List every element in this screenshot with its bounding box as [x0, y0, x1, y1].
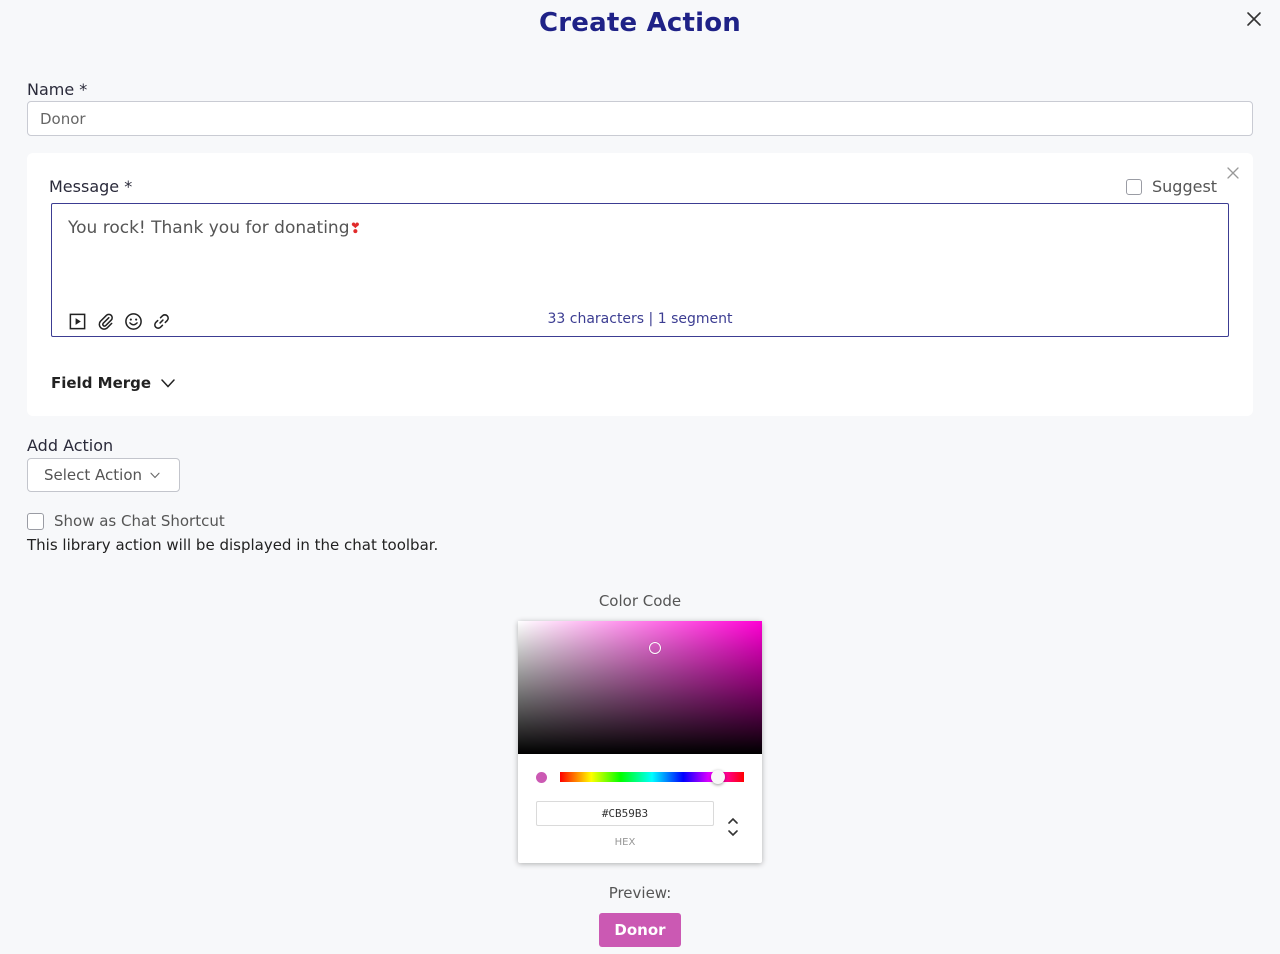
chevron-down-icon — [150, 472, 160, 478]
format-toggle-icon[interactable] — [726, 815, 740, 839]
message-text-content: You rock! Thank you for donating — [68, 218, 350, 238]
chat-shortcut-description: This library action will be displayed in… — [27, 536, 439, 554]
heart-emoji: ❣ — [349, 221, 362, 237]
select-action-dropdown[interactable]: Select Action — [27, 458, 180, 492]
saturation-area[interactable] — [518, 621, 762, 754]
hex-label: HEX — [614, 837, 636, 848]
close-icon[interactable] — [1227, 167, 1239, 179]
message-textarea[interactable]: You rock! Thank you for donating❣ 33 cha… — [51, 203, 1229, 337]
close-icon[interactable] — [1244, 9, 1264, 29]
preview-label: Preview: — [608, 884, 672, 902]
color-code-label: Color Code — [598, 592, 682, 610]
character-counter: 33 characters | 1 segment — [547, 311, 733, 327]
checkbox-icon[interactable] — [1126, 178, 1142, 195]
name-label: Name * — [27, 80, 88, 99]
field-merge-toggle[interactable]: Field Merge — [51, 374, 175, 392]
modal-title: Create Action — [538, 8, 742, 38]
add-action-label: Add Action — [27, 436, 114, 455]
suggest-label: Suggest — [1152, 177, 1218, 196]
chat-shortcut-label: Show as Chat Shortcut — [54, 512, 225, 530]
message-text[interactable]: You rock! Thank you for donating❣ — [68, 218, 361, 238]
suggest-checkbox[interactable]: Suggest — [1126, 177, 1217, 196]
current-color-swatch — [536, 772, 547, 783]
color-picker: HEX — [518, 621, 762, 863]
message-label: Message * — [49, 177, 133, 196]
checkbox-icon[interactable] — [27, 512, 44, 530]
chat-shortcut-checkbox[interactable]: Show as Chat Shortcut — [27, 512, 225, 530]
name-input[interactable] — [27, 101, 1253, 136]
preview-chip: Donor — [599, 913, 681, 947]
field-merge-label: Field Merge — [51, 374, 152, 392]
hue-slider-handle[interactable] — [711, 770, 725, 784]
chevron-down-icon — [161, 378, 175, 388]
message-card: Message * Suggest You rock! Thank you fo… — [27, 153, 1253, 416]
saturation-cursor[interactable] — [649, 642, 661, 654]
select-action-label: Select Action — [44, 466, 143, 484]
hex-input[interactable] — [536, 801, 714, 826]
